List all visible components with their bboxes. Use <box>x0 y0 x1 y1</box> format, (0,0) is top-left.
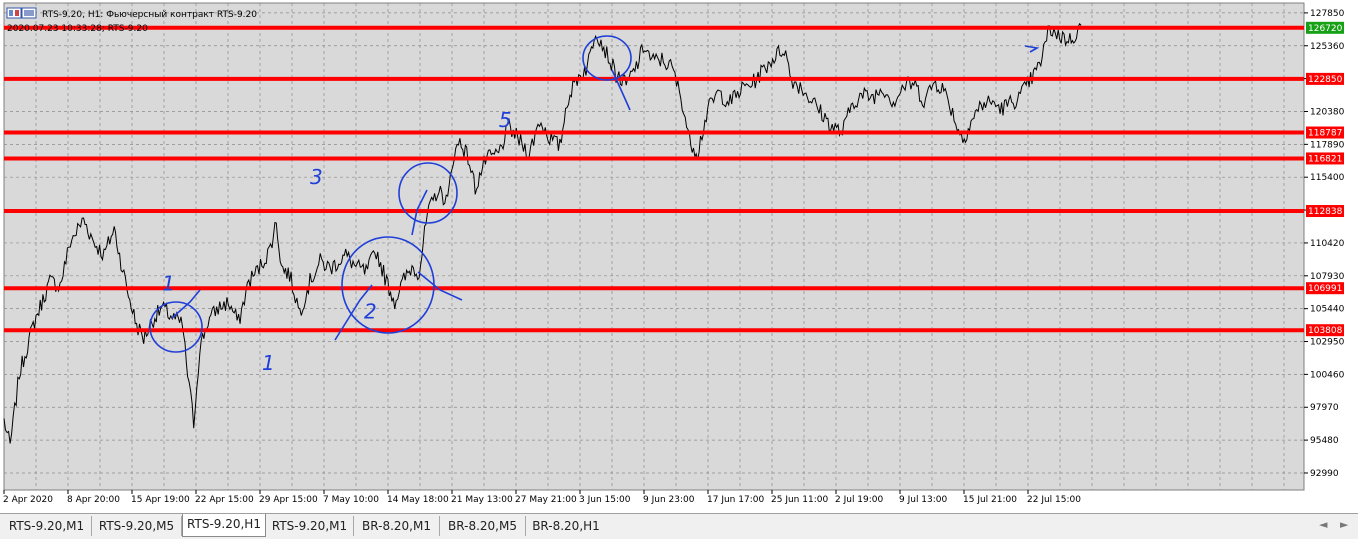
level-price-label: 112838 <box>1308 207 1343 217</box>
x-tick-label: 14 May 18:00 <box>387 495 449 505</box>
annotation-label: 2 <box>364 299 377 323</box>
x-tick-label: 15 Jul 21:00 <box>963 495 1017 505</box>
chart-title: RTS-9.20, H1: Фьючерсный контракт RTS-9.… <box>42 10 257 20</box>
price-chart[interactable]: 11235 1278501253601228701203801178901154… <box>0 0 1358 513</box>
x-tick-label: 29 Apr 15:00 <box>259 495 318 505</box>
x-tick-label: 22 Apr 15:00 <box>195 495 254 505</box>
x-tick-label: 2 Jul 19:00 <box>835 495 884 505</box>
current-price-label: 126720 <box>1308 24 1343 34</box>
tab-br-h1[interactable]: BR-8.20,H1 <box>526 516 606 536</box>
tab-br-m1[interactable]: BR-8.20,M1 <box>354 516 440 536</box>
x-tick-label: 27 May 21:00 <box>515 495 577 505</box>
annotation-label: 1 <box>262 351 275 375</box>
tab-br-m5[interactable]: BR-8.20,M5 <box>440 516 526 536</box>
x-tick-label: 2 Apr 2020 <box>3 495 53 505</box>
price-axis[interactable]: 1278501253601228701203801178901154001129… <box>1304 9 1345 479</box>
y-tick-label: 125360 <box>1310 42 1345 52</box>
level-price-label: 103808 <box>1308 326 1343 336</box>
chart-window[interactable]: 11235 1278501253601228701203801178901154… <box>0 0 1358 513</box>
x-tick-label: 7 May 10:00 <box>323 495 379 505</box>
x-tick-label: 9 Jun 23:00 <box>643 495 695 505</box>
annotation-label: 1 <box>162 272 175 296</box>
chart-tabs-bar: RTS-9.20,M1 RTS-9.20,M5 RTS-9.20,H1 RTS-… <box>0 513 1358 539</box>
y-tick-label: 110420 <box>1310 239 1345 249</box>
y-tick-label: 115400 <box>1310 173 1345 183</box>
y-tick-label: 127850 <box>1310 9 1345 19</box>
y-tick-label: 97970 <box>1310 403 1339 413</box>
y-tick-label: 107930 <box>1310 272 1345 282</box>
level-price-label: 118787 <box>1308 129 1342 139</box>
y-tick-label: 92990 <box>1310 469 1339 479</box>
chart-window-icon[interactable] <box>6 7 37 19</box>
tabs-scroll-right-icon[interactable]: ► <box>1340 518 1348 531</box>
plot-area <box>3 2 1305 491</box>
tab-rts-m5[interactable]: RTS-9.20,M5 <box>92 516 182 536</box>
x-tick-label: 22 Jul 15:00 <box>1027 495 1081 505</box>
y-tick-label: 102950 <box>1310 338 1345 348</box>
x-tick-label: 15 Apr 19:00 <box>131 495 190 505</box>
chart-info-line: 2020.07.23 10:33:28; RTS-9.20 <box>7 24 148 34</box>
x-tick-label: 17 Jun 17:00 <box>707 495 764 505</box>
level-price-label: 116821 <box>1308 154 1342 164</box>
x-tick-label: 21 May 13:00 <box>451 495 513 505</box>
annotation-label: 5 <box>499 108 512 132</box>
tabs-scroll-left-icon[interactable]: ◄ <box>1319 518 1327 531</box>
x-tick-label: 9 Jul 13:00 <box>899 495 948 505</box>
y-tick-label: 117890 <box>1310 140 1345 150</box>
y-tick-label: 105440 <box>1310 305 1345 315</box>
level-price-label: 122850 <box>1308 75 1343 85</box>
tab-rts-m1[interactable]: RTS-9.20,M1 <box>2 516 92 536</box>
annotation-label: 3 <box>310 165 323 189</box>
level-price-label: 106991 <box>1308 284 1342 294</box>
y-tick-label: 95480 <box>1310 436 1339 446</box>
tab-rts-h1[interactable]: RTS-9.20,H1 <box>182 514 266 537</box>
x-tick-label: 3 Jun 15:00 <box>579 495 631 505</box>
y-tick-label: 120380 <box>1310 107 1345 117</box>
y-tick-label: 100460 <box>1310 370 1345 380</box>
x-tick-label: 8 Apr 20:00 <box>67 495 120 505</box>
x-tick-label: 25 Jun 11:00 <box>771 495 828 505</box>
tab-rts-m1-second[interactable]: RTS-9.20,M1 <box>266 516 354 536</box>
